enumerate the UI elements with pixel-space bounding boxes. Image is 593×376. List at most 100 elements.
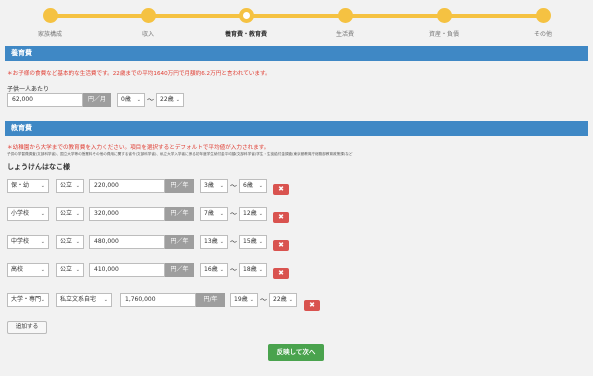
step-label: その他: [533, 31, 552, 38]
stage-select[interactable]: 中学校 ⌄: [7, 235, 49, 249]
from-age-select[interactable]: 3歳 ⌄: [200, 179, 228, 193]
select-value: 12歳: [243, 210, 257, 217]
progress-steps: 家族構成 収入 養育費・教育費 生活費 資産・負債 その他: [0, 0, 593, 46]
select-value: 18歳: [243, 266, 257, 273]
chevron-down-icon: ⌄: [288, 297, 293, 303]
step-dot: [535, 8, 551, 23]
select-value: 公立: [60, 266, 73, 273]
chevron-down-icon: ⌄: [40, 183, 45, 189]
chevron-down-icon: ⌄: [249, 297, 254, 303]
from-age-select[interactable]: 16歳 ⌄: [200, 263, 228, 277]
school-type-select[interactable]: 私立文系自宅 ⌄: [56, 293, 112, 307]
range-tilde: 〜: [147, 96, 154, 104]
from-age-select[interactable]: 19歳 ⌄: [230, 293, 258, 307]
delete-row-button[interactable]: ✖: [273, 184, 289, 195]
apply-next-button[interactable]: 反映して次へ: [268, 344, 324, 361]
select-value: 3歳: [204, 182, 214, 189]
step-other[interactable]: その他: [498, 0, 588, 38]
childcare-to-age-select[interactable]: 22歳 ⌄: [156, 93, 184, 107]
childcare-note: ＊お子様の食費など基本的な生活費です。22歳までの平均1640万円で月額約6.2…: [7, 71, 271, 77]
education-amount-input[interactable]: 1,760,000: [120, 293, 196, 307]
delete-row-button[interactable]: ✖: [273, 268, 289, 279]
education-unit: 円／年: [165, 263, 194, 277]
chevron-down-icon: ⌄: [258, 183, 263, 189]
stage-select[interactable]: 大学・専門 ⌄: [7, 293, 49, 307]
step-dot: [140, 8, 156, 23]
childcare-amount-input[interactable]: 62,000: [7, 93, 83, 107]
step-dot: [337, 8, 353, 23]
school-type-select[interactable]: 公立 ⌄: [56, 207, 84, 221]
range-tilde: 〜: [260, 296, 267, 304]
select-value: 15歳: [243, 238, 257, 245]
education-unit: 円/年: [196, 293, 225, 307]
education-sources: 子供の学習費調査(文部科学省)、国立大学等の授業料その他の費用に関する省令(文部…: [7, 152, 353, 156]
select-value: 私立文系自宅: [60, 296, 97, 303]
stage-select[interactable]: 保・幼 ⌄: [7, 179, 49, 193]
education-amount-input[interactable]: 480,000: [89, 235, 165, 249]
education-amount-input[interactable]: 220,000: [89, 179, 165, 193]
step-label: 生活費: [335, 31, 354, 38]
chevron-down-icon: ⌄: [258, 239, 263, 245]
stage-select[interactable]: 小学校 ⌄: [7, 207, 49, 221]
delete-row-button[interactable]: ✖: [273, 212, 289, 223]
from-age-select[interactable]: 13歳 ⌄: [200, 235, 228, 249]
step-dot: [436, 8, 452, 23]
select-value: 0歳: [121, 96, 131, 103]
step-living[interactable]: 生活費: [300, 0, 390, 38]
select-value: 22歳: [273, 296, 287, 303]
select-value: 16歳: [204, 266, 218, 273]
chevron-down-icon: ⌄: [219, 183, 224, 189]
select-value: 6歳: [243, 182, 253, 189]
select-value: 公立: [60, 210, 73, 217]
to-age-select[interactable]: 18歳 ⌄: [239, 263, 267, 277]
select-value: 13歳: [204, 238, 218, 245]
add-row-button[interactable]: 追加する: [7, 321, 47, 334]
delete-row-button[interactable]: ✖: [304, 300, 320, 311]
school-type-select[interactable]: 公立 ⌄: [56, 235, 84, 249]
chevron-down-icon: ⌄: [40, 267, 45, 273]
to-age-select[interactable]: 15歳 ⌄: [239, 235, 267, 249]
chevron-down-icon: ⌄: [175, 97, 180, 103]
select-value: 小学校: [11, 210, 30, 217]
chevron-down-icon: ⌄: [258, 267, 263, 273]
childcare-from-age-select[interactable]: 0歳 ⌄: [117, 93, 145, 107]
to-age-select[interactable]: 12歳 ⌄: [239, 207, 267, 221]
select-value: 7歳: [204, 210, 214, 217]
education-note: ＊幼稚園から大学までの教育費を入力ください。項目を選択するとデフォルトで平均値が…: [7, 145, 270, 151]
delete-row-button[interactable]: ✖: [273, 240, 289, 251]
step-dot: [42, 8, 58, 23]
range-tilde: 〜: [230, 266, 237, 274]
education-unit: 円／年: [165, 207, 194, 221]
select-value: 高校: [11, 266, 24, 273]
step-label: 資産・負債: [428, 31, 459, 38]
step-income[interactable]: 収入: [103, 0, 193, 38]
school-type-select[interactable]: 公立 ⌄: [56, 263, 84, 277]
chevron-down-icon: ⌄: [75, 211, 80, 217]
step-assets[interactable]: 資産・負債: [399, 0, 489, 38]
education-unit: 円／年: [165, 235, 194, 249]
from-age-select[interactable]: 7歳 ⌄: [200, 207, 228, 221]
education-section-title: 教育費: [5, 121, 588, 136]
to-age-select[interactable]: 22歳 ⌄: [269, 293, 297, 307]
chevron-down-icon: ⌄: [40, 211, 45, 217]
education-amount-input[interactable]: 410,000: [89, 263, 165, 277]
education-amount-input[interactable]: 320,000: [89, 207, 165, 221]
chevron-down-icon: ⌄: [103, 297, 108, 303]
range-tilde: 〜: [230, 210, 237, 218]
to-age-select[interactable]: 6歳 ⌄: [239, 179, 267, 193]
education-unit: 円／年: [165, 179, 194, 193]
stage-select[interactable]: 高校 ⌄: [7, 263, 49, 277]
step-family[interactable]: 家族構成: [5, 0, 95, 38]
chevron-down-icon: ⌄: [75, 183, 80, 189]
child-name: しょうけんはなこ様: [7, 163, 70, 171]
childcare-unit: 円／月: [83, 93, 111, 107]
childcare-section-title: 養育費: [5, 46, 588, 61]
step-education[interactable]: 養育費・教育費: [201, 0, 291, 38]
step-dot-current: [238, 8, 254, 23]
chevron-down-icon: ⌄: [219, 267, 224, 273]
select-value: 公立: [60, 182, 73, 189]
range-tilde: 〜: [230, 182, 237, 190]
chevron-down-icon: ⌄: [258, 211, 263, 217]
select-value: 19歳: [234, 296, 248, 303]
school-type-select[interactable]: 公立 ⌄: [56, 179, 84, 193]
